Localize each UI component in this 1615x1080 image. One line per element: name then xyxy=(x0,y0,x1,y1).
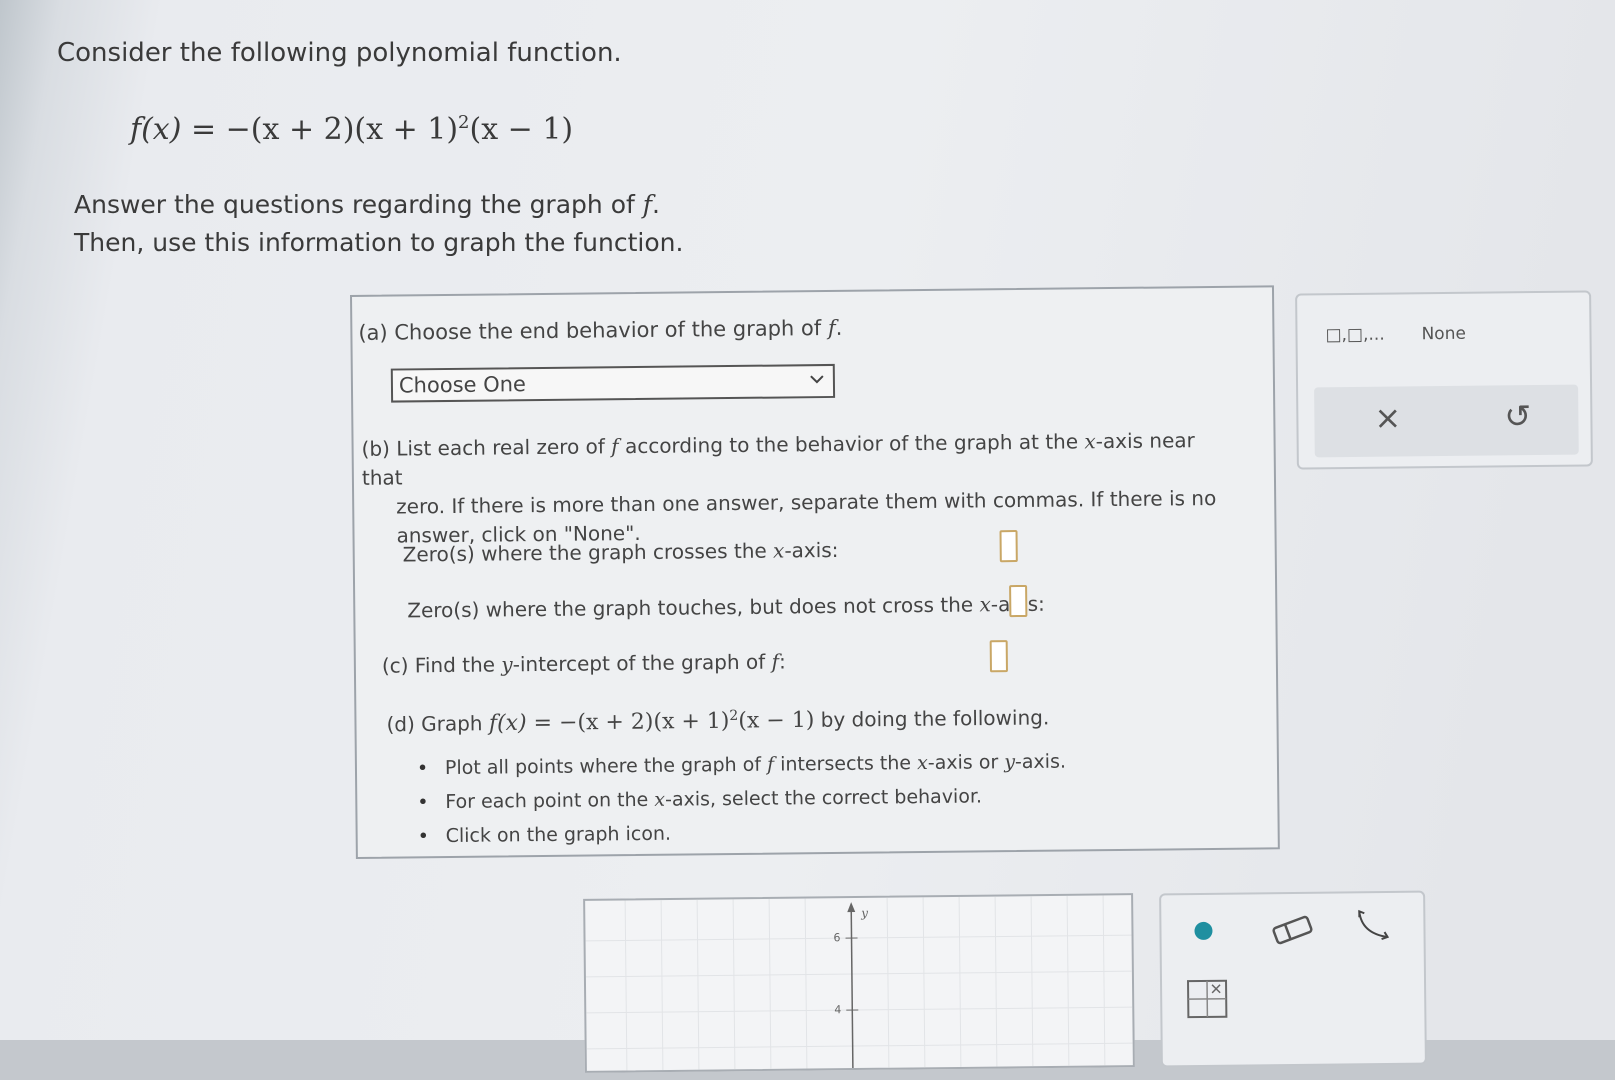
question-intro: Consider the following polynomial functi… xyxy=(57,38,622,68)
list-template-icon: □,□,... xyxy=(1325,324,1385,346)
answer-toolbox: □,□,... None × ↺ xyxy=(1295,290,1593,470)
end-behavior-dropdown[interactable]: Choose One xyxy=(390,363,836,403)
touches-answer-input[interactable] xyxy=(1009,584,1028,618)
part-d-steps: Plot all points where the graph of f int… xyxy=(417,745,1067,854)
graph-toolbox xyxy=(1159,890,1427,1068)
curve-behavior-icon[interactable] xyxy=(1351,903,1397,949)
part-a-label: (a) Choose the end behavior of the graph… xyxy=(358,315,843,345)
y-axis-label: y xyxy=(861,905,869,920)
toolbox-actions: × ↺ xyxy=(1314,384,1579,458)
touches-label: Zero(s) where the graph touches, but doe… xyxy=(407,592,1045,623)
formula-rhs: = −(x + 2)(x + 1) xyxy=(190,112,459,147)
dropdown-selected-value: Choose One xyxy=(398,372,527,398)
point-tool-icon[interactable] xyxy=(1191,919,1215,943)
none-button[interactable]: None xyxy=(1421,324,1466,344)
y-intercept-answer-input[interactable] xyxy=(989,640,1008,673)
graph-template-icon[interactable] xyxy=(1186,979,1228,1019)
y-tick-label: 4 xyxy=(834,1003,842,1017)
crosses-label: Zero(s) where the graph crosses the x-ax… xyxy=(402,537,839,567)
y-tick-label: 6 xyxy=(833,931,841,945)
y-axis-arrow xyxy=(847,902,856,913)
step-item: For each point on the x-axis, select the… xyxy=(417,779,1066,820)
y-axis xyxy=(850,906,854,1069)
undo-icon[interactable]: ↺ xyxy=(1504,397,1531,435)
graph-canvas[interactable]: y 6 4 xyxy=(583,893,1135,1073)
formula-exponent: 2 xyxy=(458,112,470,133)
questions-panel: (a) Choose the end behavior of the graph… xyxy=(350,285,1280,859)
polynomial-formula: f(x) = −(x + 2)(x + 1)2(x − 1) xyxy=(130,112,573,147)
eraser-icon[interactable] xyxy=(1269,912,1315,948)
formula-lhs: f(x) xyxy=(130,112,182,147)
part-c-label: (c) Find the y-intercept of the graph of… xyxy=(381,649,786,678)
graph-grid xyxy=(585,895,1133,1071)
crosses-answer-input[interactable] xyxy=(999,530,1018,563)
formula-tail: (x − 1) xyxy=(469,112,574,147)
list-template-button[interactable]: □,□,... xyxy=(1325,325,1384,346)
instruction-line-2: Then, use this information to graph the … xyxy=(74,228,684,257)
part-d-label: (d) Graph f(x) = −(x + 2)(x + 1)2(x − 1)… xyxy=(386,705,1050,737)
clear-icon[interactable]: × xyxy=(1374,398,1401,436)
chevron-down-icon xyxy=(809,368,825,394)
step-item: Click on the graph icon. xyxy=(417,813,1066,854)
part-b-instructions: (b) List each real zero of f according t… xyxy=(361,428,1217,548)
instructions: Answer the questions regarding the graph… xyxy=(74,186,683,262)
instruction-line-1: Answer the questions regarding the graph… xyxy=(74,190,660,219)
